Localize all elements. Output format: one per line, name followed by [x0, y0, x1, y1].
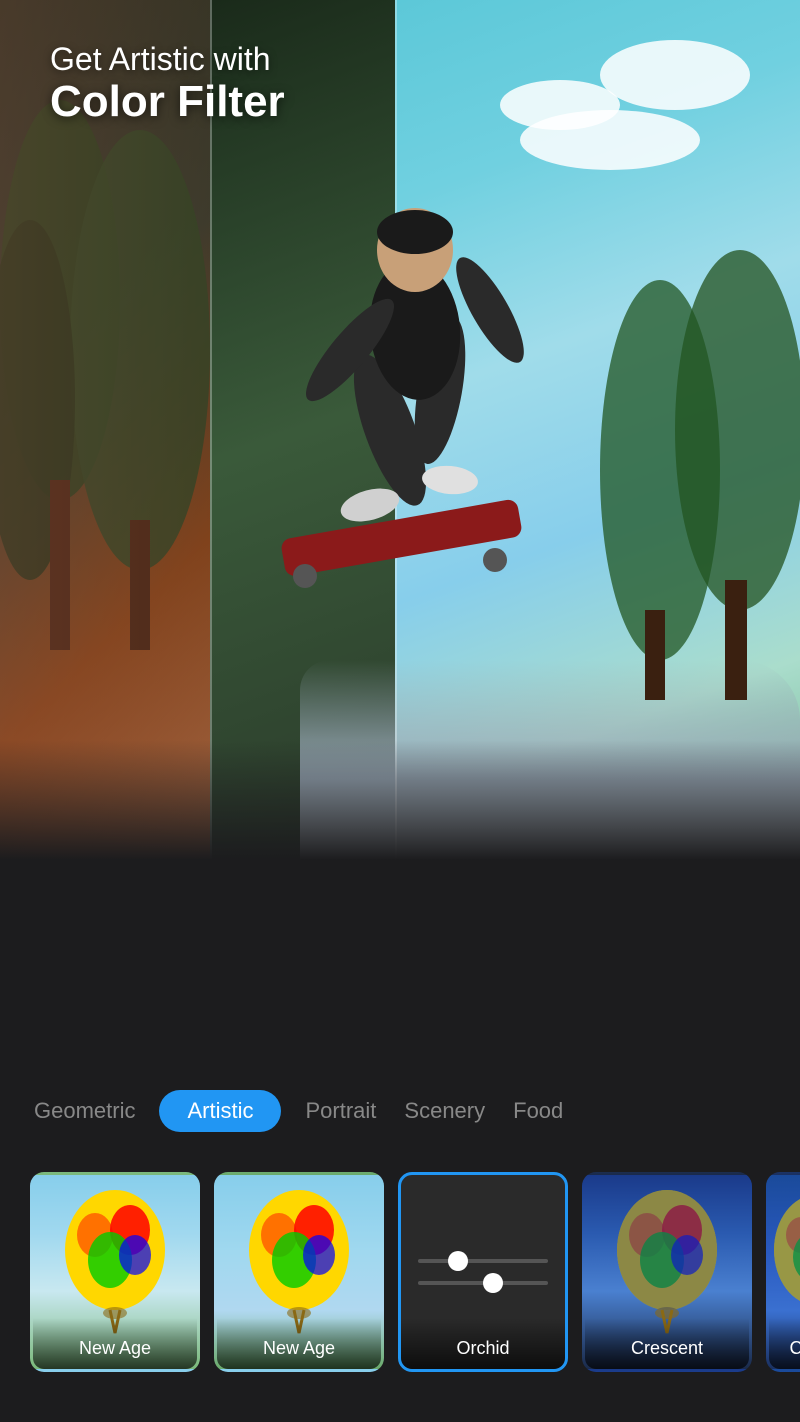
filter-crescent[interactable]: Crescent: [582, 1172, 752, 1372]
filter-label-1: New Age: [33, 1318, 197, 1369]
bottom-panel: Geometric Artistic Portrait Scenery Food…: [0, 860, 800, 1422]
tab-geometric[interactable]: Geometric: [30, 1090, 139, 1132]
bottom-fade: [0, 740, 800, 860]
category-tabs: Geometric Artistic Portrait Scenery Food: [0, 1060, 800, 1152]
filter-orchid[interactable]: Orchid: [398, 1172, 568, 1372]
balloon-icon-1: [55, 1185, 175, 1335]
hero-text-block: Get Artistic with Color Filter: [50, 40, 285, 127]
balloon-icon-4: [607, 1185, 727, 1335]
filter-label-4: Crescent: [585, 1318, 749, 1369]
filter-new-age-2[interactable]: New Age: [214, 1172, 384, 1372]
hero-section: Get Artistic with Color Filter: [0, 0, 800, 860]
filter-new-age-1[interactable]: New Age: [30, 1172, 200, 1372]
filter-label-5: Cres...: [769, 1318, 800, 1369]
tab-scenery[interactable]: Scenery: [400, 1090, 489, 1132]
filter-label-2: New Age: [217, 1318, 381, 1369]
filter-row: New Age New Age: [0, 1162, 800, 1382]
balloon-icon-2: [239, 1185, 359, 1335]
empty-space: [0, 860, 800, 1060]
hero-title: Color Filter: [50, 78, 285, 126]
cloud-1: [600, 40, 750, 110]
balloon-icon-5: [766, 1185, 800, 1335]
tab-artistic[interactable]: Artistic: [159, 1090, 281, 1132]
hero-subtitle: Get Artistic with: [50, 40, 285, 78]
filter-label-3: Orchid: [401, 1318, 565, 1369]
tab-food[interactable]: Food: [509, 1090, 567, 1132]
tab-portrait[interactable]: Portrait: [301, 1090, 380, 1132]
filter-crescent-2[interactable]: Cres...: [766, 1172, 800, 1372]
skater-illustration: [150, 50, 600, 750]
trees-right: [580, 250, 800, 700]
orchid-settings-icon: [418, 1259, 548, 1285]
